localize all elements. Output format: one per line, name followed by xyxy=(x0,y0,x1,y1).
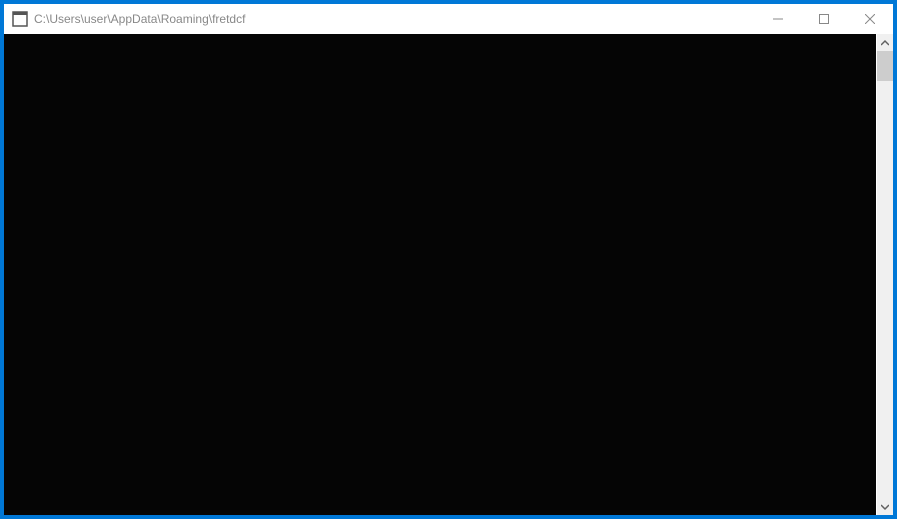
application-window: C:\Users\user\AppData\Roaming\fretdcf xyxy=(4,4,893,515)
window-controls xyxy=(755,4,893,34)
window-title: C:\Users\user\AppData\Roaming\fretdcf xyxy=(34,12,755,26)
console-area[interactable] xyxy=(4,34,876,515)
app-icon xyxy=(12,11,28,27)
vertical-scrollbar[interactable] xyxy=(876,34,893,515)
scroll-thumb[interactable] xyxy=(877,51,893,81)
scroll-track[interactable] xyxy=(877,51,893,498)
titlebar[interactable]: C:\Users\user\AppData\Roaming\fretdcf xyxy=(4,4,893,34)
scroll-down-button[interactable] xyxy=(877,498,893,515)
maximize-button[interactable] xyxy=(801,4,847,34)
minimize-button[interactable] xyxy=(755,4,801,34)
scroll-up-button[interactable] xyxy=(877,34,893,51)
content-wrap xyxy=(4,34,893,515)
close-button[interactable] xyxy=(847,4,893,34)
